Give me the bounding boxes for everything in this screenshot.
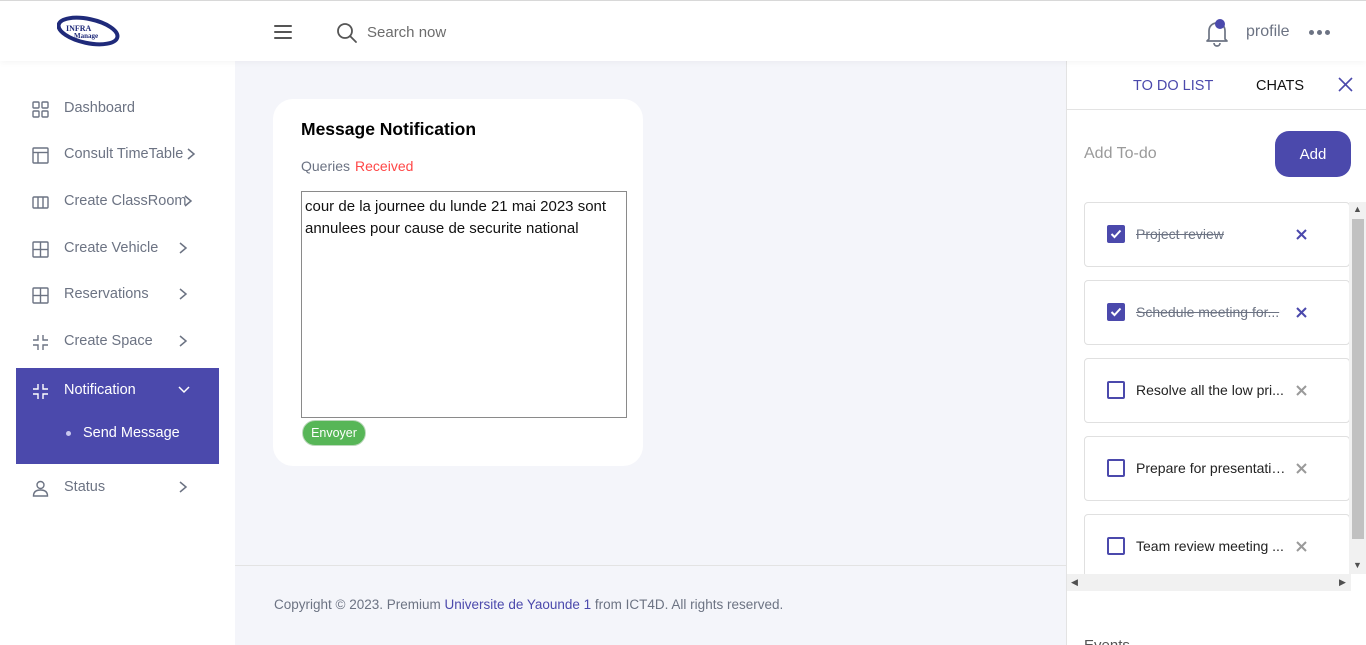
- grid-icon: [32, 287, 49, 304]
- copyright-prefix: Copyright © 2023. Premium: [274, 597, 441, 612]
- send-button[interactable]: Envoyer: [302, 420, 366, 446]
- todo-checkbox[interactable]: [1107, 537, 1125, 555]
- sidebar-item-notification[interactable]: Notification Send Message: [16, 368, 219, 464]
- card-description: Queries Received: [301, 158, 413, 174]
- todo-checkbox[interactable]: [1107, 303, 1125, 321]
- bullet-icon: [66, 430, 71, 436]
- menu-toggle-button[interactable]: [274, 25, 292, 39]
- remove-todo-icon[interactable]: [1295, 462, 1308, 475]
- sidebar: Dashboard Consult TimeTable Create Class…: [0, 61, 235, 645]
- todo-checkbox[interactable]: [1107, 459, 1125, 477]
- todo-item: Project review: [1084, 202, 1350, 267]
- sidebar-subitem-send-message[interactable]: Send Message: [64, 425, 180, 441]
- todo-horizontal-scrollbar[interactable]: ◀ ▶: [1067, 574, 1351, 591]
- events-heading: Events: [1084, 637, 1130, 645]
- sidebar-item-label: Consult TimeTable: [64, 146, 184, 162]
- user-icon: [32, 480, 49, 497]
- chevron-right-icon: [179, 481, 188, 493]
- sidebar-subitem-label: Send Message: [83, 425, 180, 441]
- remove-todo-icon[interactable]: [1295, 540, 1308, 553]
- chevron-right-icon: [184, 195, 193, 207]
- grid-icon: [32, 241, 49, 258]
- compress-icon: [33, 335, 48, 350]
- columns-icon: [32, 196, 49, 209]
- todo-checkbox[interactable]: [1107, 225, 1125, 243]
- scroll-up-arrow-icon[interactable]: ▲: [1353, 204, 1362, 214]
- more-options-icon[interactable]: [1309, 30, 1330, 35]
- copyright-suffix: from ICT4D. All rights reserved.: [594, 597, 784, 612]
- todo-list: Project review Schedule meeting for... R…: [1084, 202, 1350, 574]
- card-title: Message Notification: [301, 119, 477, 139]
- todo-text: Project review: [1136, 226, 1224, 242]
- university-link[interactable]: Universite de Yaounde 1: [445, 597, 592, 612]
- search-input[interactable]: [367, 20, 667, 44]
- checkmark-icon: [1110, 307, 1122, 317]
- add-todo-input[interactable]: [1084, 141, 1254, 167]
- sidebar-item-label: Create Space: [64, 333, 153, 349]
- scroll-down-arrow-icon[interactable]: ▼: [1353, 560, 1362, 570]
- tab-todo-list[interactable]: TO DO LIST: [1133, 78, 1213, 94]
- card-description-highlight: Received: [355, 158, 414, 174]
- sidebar-item-label: Dashboard: [64, 100, 135, 116]
- todo-item: Prepare for presentation: [1084, 436, 1350, 501]
- notification-count-badge: [1215, 19, 1225, 29]
- sidebar-item-status[interactable]: Status: [16, 465, 219, 511]
- scrollbar-thumb[interactable]: [1352, 219, 1364, 539]
- remove-todo-icon[interactable]: [1295, 384, 1308, 397]
- close-icon[interactable]: [1337, 76, 1354, 93]
- chevron-right-icon: [179, 288, 188, 300]
- sidebar-item-label: Reservations: [64, 286, 149, 302]
- sidebar-item-label: Status: [64, 479, 106, 495]
- tab-chats[interactable]: CHATS: [1256, 78, 1304, 94]
- todo-item: Team review meeting ...: [1084, 514, 1350, 574]
- todo-text: Prepare for presentation: [1136, 460, 1286, 476]
- message-textarea[interactable]: [301, 191, 627, 418]
- scroll-right-arrow-icon[interactable]: ▶: [1339, 577, 1346, 588]
- scroll-left-arrow-icon[interactable]: ◀: [1071, 577, 1078, 588]
- sidebar-item-label: Create Vehicle: [64, 240, 159, 256]
- todo-text: Resolve all the low pri...: [1136, 382, 1284, 398]
- todo-text: Schedule meeting for...: [1136, 304, 1280, 320]
- sidebar-item-consult-timetable[interactable]: Consult TimeTable: [16, 132, 219, 178]
- remove-todo-icon[interactable]: [1295, 228, 1308, 241]
- sidebar-item-label: Create ClassRoom: [64, 193, 187, 209]
- right-settings-panel: TO DO LIST CHATS Add Project review Sche…: [1066, 61, 1366, 645]
- sidebar-item-dashboard[interactable]: Dashboard: [16, 86, 219, 132]
- layout-icon: [32, 147, 49, 164]
- todo-item: Resolve all the low pri...: [1084, 358, 1350, 423]
- chevron-right-icon: [187, 148, 196, 160]
- chevron-right-icon: [179, 242, 188, 254]
- copyright-text: Copyright © 2023. Premium Universite de …: [274, 597, 783, 612]
- todo-text: Team review meeting ...: [1136, 538, 1284, 554]
- sidebar-item-label: Notification: [64, 382, 136, 398]
- todo-item: Schedule meeting for...: [1084, 280, 1350, 345]
- remove-todo-icon[interactable]: [1295, 306, 1308, 319]
- todo-checkbox[interactable]: [1107, 381, 1125, 399]
- sidebar-item-create-vehicle[interactable]: Create Vehicle: [16, 226, 219, 272]
- card-description-prefix: Queries: [301, 158, 351, 174]
- top-navbar: INFRA Manage profile: [0, 0, 1366, 61]
- compress-icon: [33, 384, 48, 399]
- message-notification-card: Message Notification QueriesReceived Env…: [273, 99, 643, 466]
- add-todo-button[interactable]: Add: [1275, 131, 1351, 177]
- infra-manage-logo[interactable]: INFRA Manage: [57, 13, 123, 51]
- search-icon: [337, 23, 357, 43]
- checkmark-icon: [1110, 229, 1122, 239]
- chevron-right-icon: [179, 335, 188, 347]
- sidebar-item-create-space[interactable]: Create Space: [16, 319, 219, 365]
- dashboard-icon: [32, 101, 49, 118]
- sidebar-item-create-classroom[interactable]: Create ClassRoom: [16, 179, 219, 225]
- todo-vertical-scrollbar[interactable]: ▲ ▼: [1349, 202, 1366, 574]
- chevron-down-icon: [178, 386, 190, 394]
- sidebar-item-reservations[interactable]: Reservations: [16, 272, 219, 318]
- profile-link[interactable]: profile: [1246, 23, 1290, 41]
- footer: Copyright © 2023. Premium Universite de …: [235, 565, 1067, 645]
- logo-text-manage: Manage: [74, 32, 98, 40]
- panel-tabs: TO DO LIST CHATS: [1067, 61, 1366, 110]
